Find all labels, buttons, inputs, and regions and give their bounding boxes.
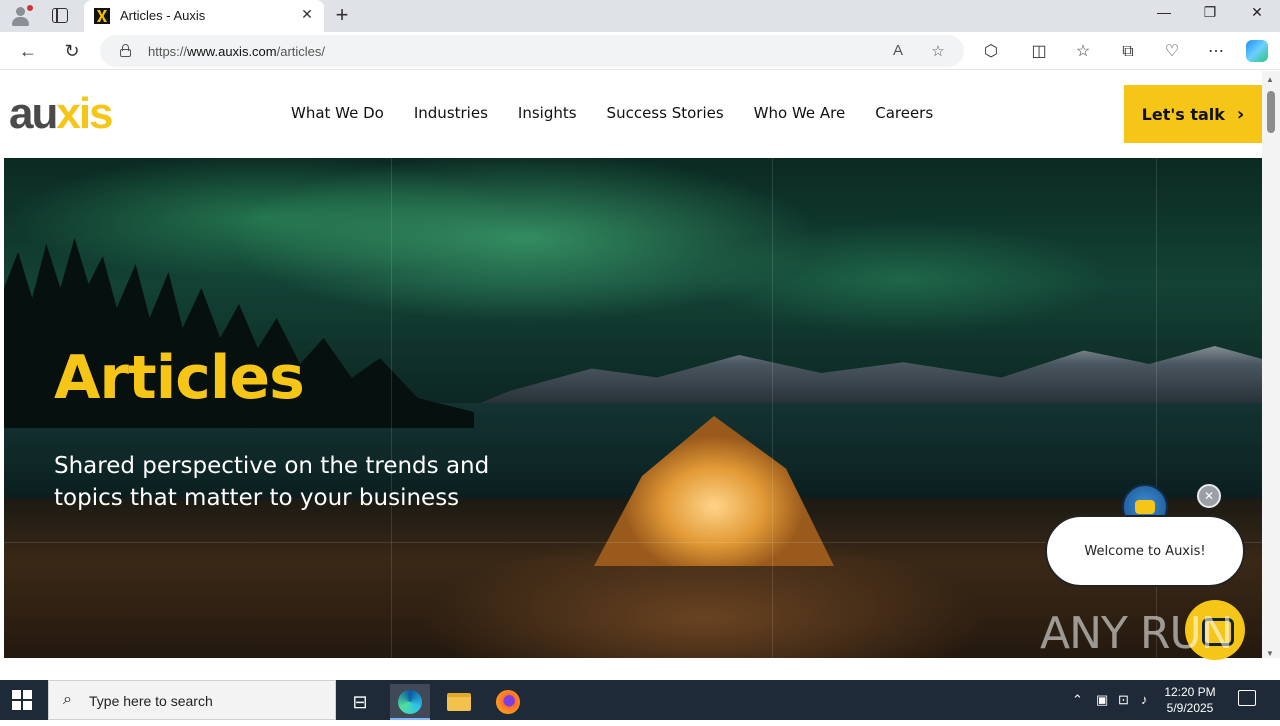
chat-welcome-bubble[interactable]: Welcome to Auxis! — [1045, 515, 1245, 587]
nav-careers[interactable]: Careers — [875, 104, 933, 122]
refresh-icon[interactable]: ↻ — [60, 39, 84, 63]
tab-actions-icon[interactable] — [52, 8, 68, 23]
scroll-down-arrow-icon[interactable]: ▼ — [1266, 649, 1274, 658]
volume-icon[interactable]: ♪ — [1141, 692, 1148, 707]
back-arrow-icon[interactable]: ← — [16, 39, 40, 63]
firefox-icon[interactable] — [488, 684, 528, 720]
restore-button[interactable]: ❐ — [1187, 4, 1233, 28]
task-view-icon[interactable]: ⊟ — [340, 684, 380, 720]
favorites-icon[interactable]: ☆ — [1072, 41, 1094, 63]
extensions-icon[interactable]: ⬡ — [980, 41, 1002, 63]
tab-close-button[interactable]: ✕ — [298, 6, 316, 23]
taskbar-search[interactable]: ⌕ Type here to search — [48, 680, 336, 720]
lets-talk-label: Let's talk — [1141, 104, 1225, 124]
notification-icon[interactable] — [1238, 690, 1256, 706]
nav-success-stories[interactable]: Success Stories — [607, 104, 724, 122]
more-menu-icon[interactable]: ⋯ — [1205, 41, 1227, 63]
scrollbar-thumb[interactable] — [1267, 91, 1275, 133]
edge-taskbar-icon[interactable] — [390, 684, 430, 720]
address-bar[interactable]: https://www.auxis.com/articles/ A ☆ — [100, 35, 964, 67]
nav-who-we-are[interactable]: Who We Are — [754, 104, 846, 122]
page-scrollbar[interactable]: ▲ ▼ — [1262, 71, 1280, 658]
nav-what-we-do[interactable]: What We Do — [291, 104, 384, 122]
grid-line — [772, 158, 773, 658]
new-tab-button[interactable]: + — [330, 2, 354, 28]
taskbar-clock[interactable]: 12:20 PM 5/9/2025 — [1160, 684, 1220, 716]
chat-close-button[interactable]: ✕ — [1197, 484, 1221, 508]
lock-icon[interactable] — [120, 44, 131, 57]
windows-start-icon[interactable] — [12, 690, 32, 710]
browser-toolbar: ← ↻ https://www.auxis.com/articles/ A ☆ … — [0, 32, 1280, 70]
nav-insights[interactable]: Insights — [518, 104, 577, 122]
hero-subtitle: Shared perspective on the trends and top… — [54, 453, 490, 511]
tray-chevron-up-icon[interactable]: ⌃ — [1072, 692, 1083, 708]
copilot-icon[interactable] — [1246, 40, 1268, 62]
lets-talk-button[interactable]: Let's talk › — [1124, 85, 1262, 143]
browser-tab[interactable]: Articles - Auxis ✕ — [84, 0, 324, 32]
split-screen-icon[interactable]: ◫ — [1028, 41, 1050, 63]
file-explorer-icon[interactable] — [439, 684, 479, 720]
grid-line — [391, 158, 392, 658]
minimize-button[interactable]: — — [1141, 4, 1187, 28]
page-title: Articles — [54, 343, 305, 413]
close-window-button[interactable]: ✕ — [1234, 4, 1280, 28]
scroll-up-arrow-icon[interactable]: ▲ — [1266, 75, 1274, 84]
nav-industries[interactable]: Industries — [414, 104, 488, 122]
chat-greeting: Welcome to Auxis! — [1084, 543, 1206, 559]
tray-device-icon[interactable]: ▣ — [1096, 692, 1108, 708]
network-icon[interactable]: ⊡ — [1118, 692, 1129, 708]
browser-essentials-icon[interactable]: ♡ — [1161, 41, 1183, 63]
read-aloud-icon[interactable]: A — [888, 42, 908, 59]
auxis-favicon-icon — [94, 8, 110, 24]
clock-date: 5/9/2025 — [1166, 701, 1214, 715]
tab-title: Articles - Auxis — [120, 8, 206, 23]
site-header: auxis What We Do Industries Insights Suc… — [4, 71, 1262, 158]
browser-tab-strip: Articles - Auxis ✕ + — ❐ ✕ — [0, 0, 1280, 32]
search-icon: ⌕ — [63, 691, 72, 708]
main-navigation: What We Do Industries Insights Success S… — [291, 104, 963, 122]
clock-time: 12:20 PM — [1164, 685, 1216, 699]
url-text[interactable]: https://www.auxis.com/articles/ — [148, 44, 325, 59]
favorite-star-icon[interactable]: ☆ — [928, 42, 948, 60]
profile-icon[interactable] — [10, 5, 33, 27]
windows-taskbar: ⌕ Type here to search ⊟ ⌃ ▣ ⊡ ♪ 12:20 PM… — [0, 680, 1280, 720]
search-placeholder: Type here to search — [89, 693, 213, 709]
anyrun-watermark: ANY RUN — [1040, 608, 1234, 659]
chevron-right-icon: › — [1236, 103, 1245, 125]
auxis-logo[interactable]: auxis — [9, 89, 114, 139]
collections-icon[interactable]: ⧉ — [1117, 41, 1139, 63]
